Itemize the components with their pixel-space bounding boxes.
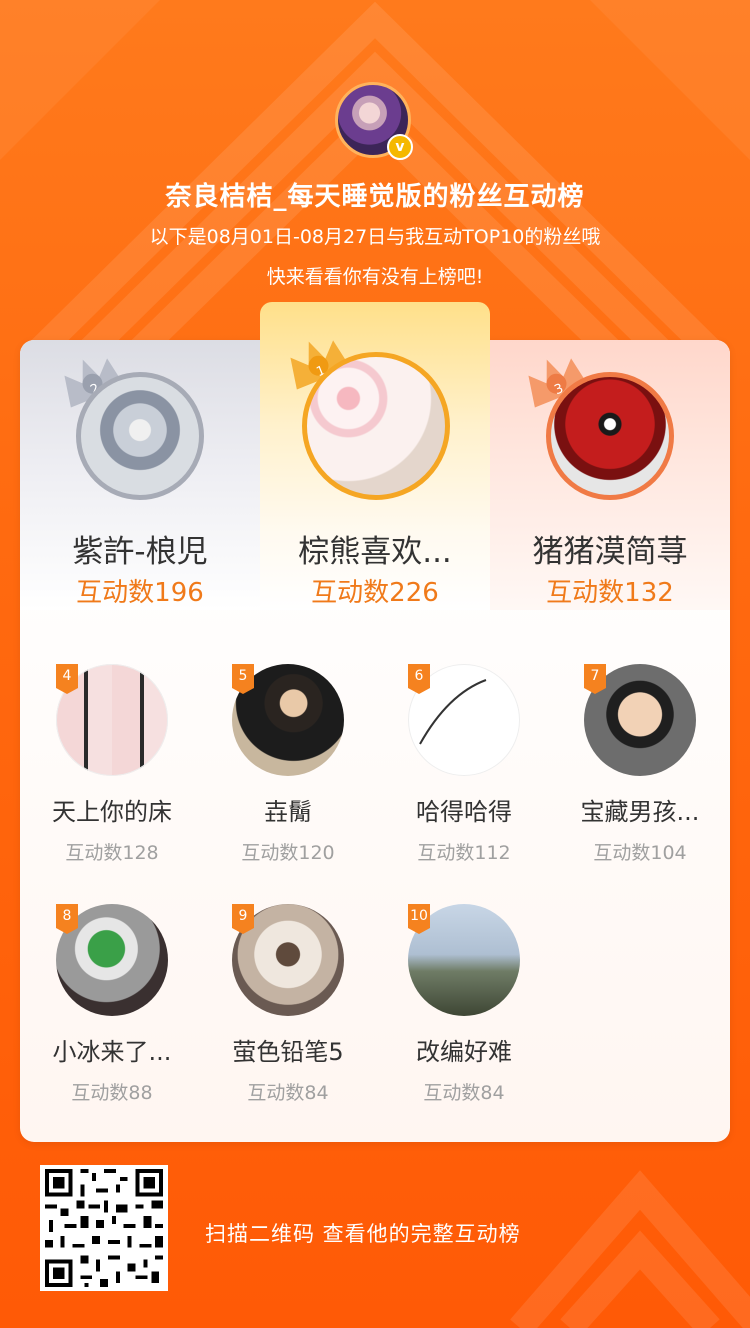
date-range-subtitle: 以下是08月01日-08月27日与我互动TOP10的粉丝哦 [149,226,601,248]
rank3-name: 猪猪漠简荨 [532,534,688,570]
rank-badge: 6 [408,664,430,694]
rank2-name: 紫許-桹児 [72,534,208,570]
rank-badge: 10 [408,904,430,934]
page-title: 奈良桔桔_每天睡觉版的粉丝互动榜 [165,182,585,212]
invite-subtitle: 快来看看你有没有上榜吧! [266,266,484,288]
rank-badge: 9 [232,904,254,934]
fan-score: 互动数112 [417,842,511,864]
rank1-avatar[interactable] [302,352,450,500]
rank-badge: 4 [56,664,78,694]
fan-name: 天上你的床 [52,798,172,826]
rank2-score: 互动数196 [76,578,204,608]
fan-score: 互动数128 [65,842,159,864]
fan-name: 壵鬜 [264,798,312,826]
qr-code[interactable] [40,1165,168,1291]
qr-code-icon [44,1168,164,1288]
verified-badge-icon: v [387,134,413,160]
rank-badge: 5 [232,664,254,694]
fan-name: 哈得哈得 [416,798,512,826]
top-fan-rank-1[interactable]: 1 棕熊喜欢... 互动数226 [260,302,490,610]
rank3-score: 互动数132 [546,578,674,608]
rank-badge: 7 [584,664,606,694]
fan-name: 宝藏男孩... [580,798,700,826]
top-fan-rank-3[interactable]: 3 猪猪漠简荨 互动数132 [490,340,730,610]
rank1-name: 棕熊喜欢... [298,534,452,570]
rank-badge: 8 [56,904,78,934]
rank1-score: 互动数226 [311,578,439,608]
fan-name: 小冰来了... [52,1038,172,1066]
rank2-avatar[interactable] [76,372,204,500]
fan-name: 改编好难 [416,1038,512,1066]
fan-score: 互动数84 [247,1082,329,1104]
fan-score: 互动数88 [71,1082,153,1104]
fan-score: 互动数104 [593,842,687,864]
qr-instruction-text: 扫描二维码 查看他的完整互动榜 [205,1222,521,1246]
fan-score: 互动数120 [241,842,335,864]
top-fan-rank-2[interactable]: 2 紫許-桹児 互动数196 [20,340,260,610]
fan-name: 萤色铅笔5 [232,1038,344,1066]
rank3-avatar[interactable] [546,372,674,500]
fan-score: 互动数84 [423,1082,505,1104]
